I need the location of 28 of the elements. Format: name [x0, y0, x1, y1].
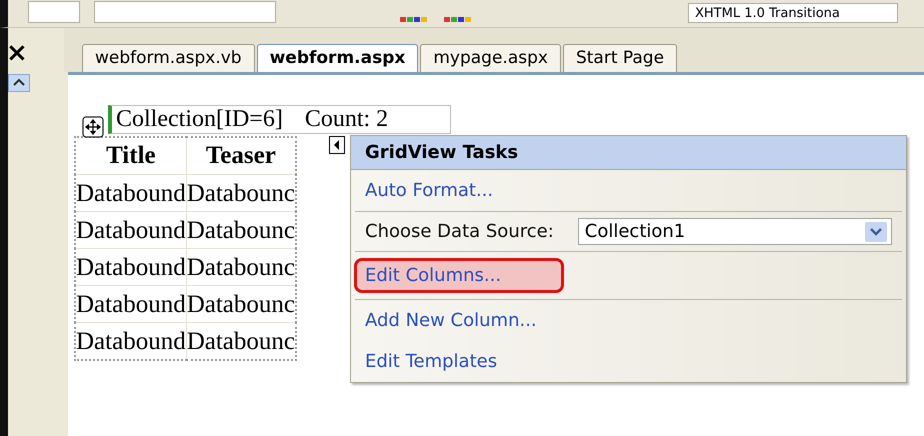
table-cell: Databound [75, 322, 186, 360]
task-link[interactable]: Edit Columns... [354, 258, 564, 293]
document-tab[interactable]: Start Page [562, 44, 678, 72]
column-header: Title [75, 137, 186, 174]
size-field[interactable] [94, 1, 276, 23]
table-cell: Databound [75, 174, 186, 212]
table-cell: Databound [75, 248, 186, 286]
document-tab[interactable]: webform.aspx [256, 44, 418, 72]
document-tab[interactable]: webform.aspx.vb [82, 44, 255, 72]
color-swatch-icon[interactable] [400, 15, 430, 23]
datasource-caption: Collection[ID=6] [116, 106, 283, 133]
table-cell: Databound [75, 286, 186, 322]
task-link[interactable]: Add New Column... [365, 306, 537, 335]
panel-title: GridView Tasks [351, 136, 906, 170]
gridview-table[interactable]: Title Teaser DataboundDatabounc DataboundDatabounc DataboundDatabounc DataboundDatabounc DataboundDatabounc [74, 136, 297, 361]
doctype-field[interactable]: XHTML 1.0 Transitiona [688, 3, 898, 23]
field-label: Choose Data Source: [365, 221, 554, 242]
scroll-up-icon[interactable] [8, 74, 30, 92]
task-link[interactable]: Edit Templates [365, 347, 498, 376]
move-handle-icon[interactable] [82, 116, 104, 138]
record-count: Count: 2 [304, 106, 388, 133]
table-cell: Databound [75, 212, 186, 248]
highlight-swatch-icon[interactable] [444, 15, 474, 23]
datasource-dropdown[interactable]: Collection1 [578, 218, 892, 245]
font-field[interactable] [28, 1, 80, 23]
close-icon[interactable]: × [6, 42, 28, 64]
task-link[interactable]: Auto Format... [365, 176, 494, 205]
document-tab[interactable]: mypage.aspx [420, 44, 561, 72]
